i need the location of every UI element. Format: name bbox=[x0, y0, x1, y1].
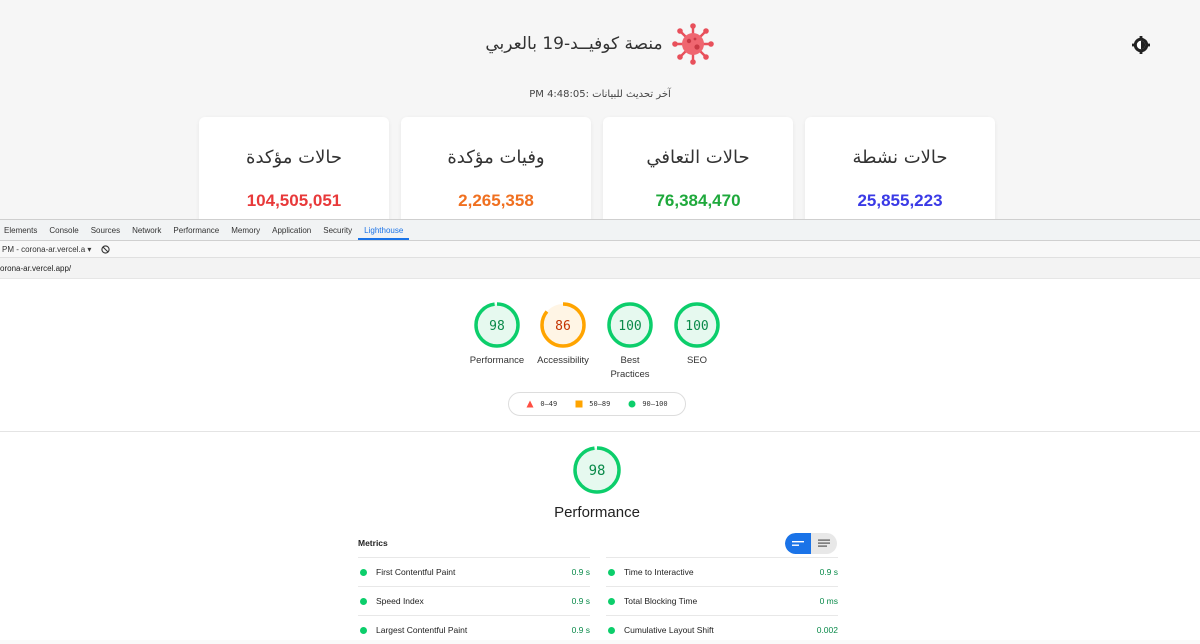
metrics-heading: Metrics bbox=[358, 538, 388, 548]
card-title: حالات التعافي bbox=[646, 147, 750, 168]
card-value: 25,855,223 bbox=[857, 191, 943, 210]
performance-title: Performance bbox=[554, 504, 640, 521]
expanded-view-button[interactable] bbox=[811, 533, 837, 554]
metric-name: Time to Interactive bbox=[624, 567, 694, 577]
legend-item-fail: 0–49 bbox=[526, 400, 557, 408]
pass-dot-icon bbox=[608, 597, 615, 605]
metric-value: 0.9 s bbox=[571, 596, 590, 606]
tab-elements[interactable]: Elements bbox=[0, 220, 43, 240]
pass-dot-icon bbox=[360, 597, 367, 605]
legend-item-pass: 90–100 bbox=[628, 400, 668, 408]
circle-icon bbox=[628, 400, 636, 408]
legend-range: 90–100 bbox=[642, 400, 668, 408]
performance-gauge-icon: 98 bbox=[573, 446, 621, 494]
virus-logo-icon bbox=[671, 23, 714, 65]
tab-memory[interactable]: Memory bbox=[225, 220, 266, 240]
pass-dot-icon bbox=[360, 568, 367, 576]
compact-list-icon bbox=[792, 540, 804, 546]
pass-dot-icon bbox=[608, 626, 615, 634]
gauge-score: 100 bbox=[685, 319, 708, 334]
metric-name: Speed Index bbox=[376, 596, 424, 606]
metrics-view-toggle[interactable] bbox=[785, 533, 837, 554]
stat-card-deaths: وفيات مؤكدة 2,265,358 bbox=[401, 117, 591, 219]
metric-row: Total Blocking Time 0 ms bbox=[606, 586, 838, 615]
card-value: 2,265,358 bbox=[458, 191, 534, 210]
report-url: orona-ar.vercel.app/ bbox=[0, 258, 1200, 279]
card-title: حالات نشطة bbox=[852, 147, 948, 168]
expanded-list-icon bbox=[818, 539, 830, 547]
gauge-accessibility[interactable]: 86 Accessibility bbox=[528, 301, 598, 368]
gauge-performance[interactable]: 98 Performance bbox=[462, 301, 532, 368]
tab-console[interactable]: Console bbox=[43, 220, 84, 240]
report-select-label: PM - corona-ar.vercel.a bbox=[2, 244, 86, 254]
gauge-score: 86 bbox=[555, 319, 571, 334]
tab-network[interactable]: Network bbox=[126, 220, 167, 240]
gauge-best-practices[interactable]: 100 Best Practices bbox=[595, 301, 665, 382]
metric-name: Largest Contentful Paint bbox=[376, 625, 468, 635]
metric-row: Time to Interactive 0.9 s bbox=[606, 557, 838, 586]
stat-card-recovered: حالات التعافي 76,384,470 bbox=[603, 117, 793, 219]
card-title: وفيات مؤكدة bbox=[447, 147, 545, 168]
report-select[interactable]: PM - corona-ar.vercel.a ▾ bbox=[2, 245, 91, 254]
score-gauge-icon: 100 bbox=[607, 302, 653, 348]
stat-card-active: حالات نشطة 25,855,223 bbox=[805, 117, 995, 219]
pass-dot-icon bbox=[360, 626, 367, 634]
metric-row: First Contentful Paint 0.9 s bbox=[358, 557, 590, 586]
devtools-tabbar: Elements Console Sources Network Perform… bbox=[0, 220, 1200, 241]
performance-score: 98 bbox=[589, 463, 606, 479]
gauge-label: Performance bbox=[469, 355, 525, 366]
legend-item-average: 50–89 bbox=[575, 400, 610, 408]
metric-value: 0.002 bbox=[816, 625, 838, 635]
metric-value: 0.9 s bbox=[819, 567, 838, 577]
section-divider bbox=[0, 431, 1200, 432]
gauge-seo[interactable]: 100 SEO bbox=[662, 301, 732, 368]
metric-name: Total Blocking Time bbox=[624, 596, 698, 606]
lighthouse-toolbar: PM - corona-ar.vercel.a ▾ bbox=[0, 241, 1200, 258]
triangle-icon bbox=[526, 400, 534, 408]
brand[interactable]: منصة كوفيــد-19 بالعربي bbox=[0, 22, 1200, 66]
gauge-score: 100 bbox=[618, 319, 641, 334]
score-gauge-icon: 86 bbox=[540, 302, 586, 348]
gauge-label: Best Practices bbox=[610, 355, 650, 380]
clear-block-icon[interactable] bbox=[101, 244, 111, 254]
metric-value: 0.9 s bbox=[571, 567, 590, 577]
chevron-down-icon: ▾ bbox=[87, 244, 92, 254]
tab-application[interactable]: Application bbox=[266, 220, 317, 240]
metrics-column-right: Time to Interactive 0.9 s Total Blocking… bbox=[606, 557, 838, 644]
metric-value: 0.9 s bbox=[571, 625, 590, 635]
score-gauge-icon: 100 bbox=[674, 302, 720, 348]
stat-card-confirmed: حالات مؤكدة 104,505,051 bbox=[199, 117, 389, 219]
metrics-column-left: First Contentful Paint 0.9 s Speed Index… bbox=[358, 557, 590, 644]
square-icon bbox=[575, 400, 583, 408]
legend-range: 50–89 bbox=[589, 400, 611, 408]
legend-range: 0–49 bbox=[540, 400, 558, 408]
metric-name: First Contentful Paint bbox=[376, 567, 456, 577]
devtools-panel: Elements Console Sources Network Perform… bbox=[0, 219, 1200, 640]
card-value: 76,384,470 bbox=[655, 191, 741, 210]
compact-view-button[interactable] bbox=[785, 533, 811, 554]
tab-security[interactable]: Security bbox=[317, 220, 358, 240]
card-value: 104,505,051 bbox=[246, 191, 342, 210]
metric-row: Speed Index 0.9 s bbox=[358, 586, 590, 615]
gauge-label: Accessibility bbox=[537, 355, 589, 366]
gauge-score: 98 bbox=[489, 319, 505, 334]
covid-app: منصة كوفيــد-19 بالعربي آخر تحديث للبيان… bbox=[0, 0, 1200, 219]
gauge-label: SEO bbox=[686, 355, 708, 366]
pass-dot-icon bbox=[608, 568, 615, 576]
tab-lighthouse[interactable]: Lighthouse bbox=[358, 220, 410, 240]
theme-toggle-icon[interactable] bbox=[1132, 36, 1150, 54]
last-updated-text: آخر تحديث للبيانات :4:48:05 PM bbox=[529, 89, 671, 100]
card-title: حالات مؤكدة bbox=[246, 147, 342, 168]
metric-value: 0 ms bbox=[819, 596, 838, 606]
app-title: منصة كوفيــد-19 بالعربي bbox=[485, 34, 663, 54]
tab-performance[interactable]: Performance bbox=[167, 220, 225, 240]
tab-sources[interactable]: Sources bbox=[85, 220, 126, 240]
metric-name: Cumulative Layout Shift bbox=[624, 625, 714, 635]
score-gauge-icon: 98 bbox=[474, 302, 520, 348]
score-legend: 0–49 50–89 90–100 bbox=[508, 392, 686, 416]
